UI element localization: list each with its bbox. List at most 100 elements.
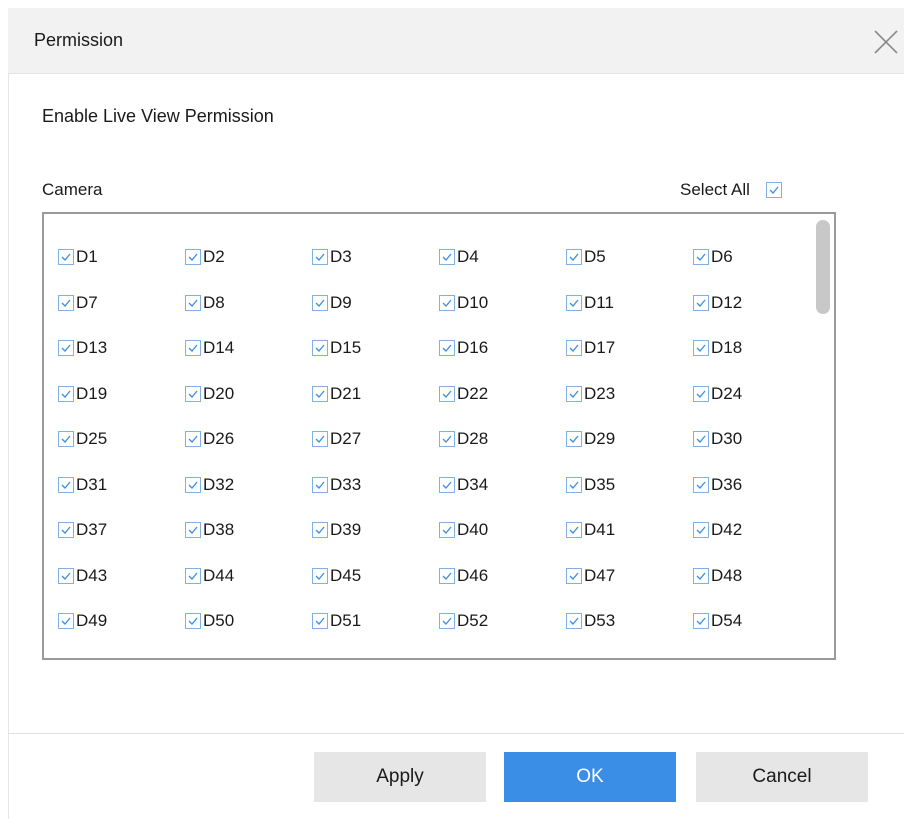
- camera-checkbox[interactable]: [185, 294, 201, 311]
- camera-checkbox[interactable]: [439, 294, 455, 311]
- camera-checkbox[interactable]: [312, 476, 328, 493]
- camera-item[interactable]: D11: [566, 292, 693, 314]
- camera-item[interactable]: D15: [312, 337, 439, 359]
- close-button[interactable]: [872, 28, 900, 56]
- camera-list[interactable]: D1 D2 D3 D4 D5 D6 D7 D8 D9 D10 D11 D12 D13 D14 D15 D16 D…: [42, 212, 836, 660]
- camera-checkbox[interactable]: [312, 294, 328, 311]
- camera-checkbox[interactable]: [312, 567, 328, 584]
- camera-item[interactable]: D53: [566, 610, 693, 632]
- camera-checkbox[interactable]: [439, 567, 455, 584]
- camera-item[interactable]: D12: [693, 292, 820, 314]
- camera-checkbox[interactable]: [439, 249, 455, 265]
- camera-checkbox[interactable]: [185, 476, 201, 493]
- camera-checkbox[interactable]: [312, 340, 328, 356]
- camera-checkbox[interactable]: [693, 613, 709, 629]
- camera-checkbox[interactable]: [693, 476, 709, 493]
- camera-checkbox[interactable]: [693, 522, 709, 538]
- camera-item[interactable]: D3: [312, 246, 439, 268]
- camera-item[interactable]: D20: [185, 383, 312, 405]
- camera-item[interactable]: D43: [58, 565, 185, 587]
- camera-checkbox[interactable]: [58, 476, 74, 493]
- camera-checkbox[interactable]: [58, 567, 74, 584]
- camera-item[interactable]: D22: [439, 383, 566, 405]
- camera-checkbox[interactable]: [566, 249, 582, 265]
- camera-checkbox[interactable]: [185, 340, 201, 356]
- camera-item[interactable]: D35: [566, 474, 693, 496]
- camera-item[interactable]: D32: [185, 474, 312, 496]
- camera-item[interactable]: D19: [58, 383, 185, 405]
- camera-item[interactable]: D52: [439, 610, 566, 632]
- camera-item[interactable]: D18: [693, 337, 820, 359]
- camera-item[interactable]: D31: [58, 474, 185, 496]
- camera-checkbox[interactable]: [439, 613, 455, 629]
- camera-item[interactable]: D30: [693, 428, 820, 450]
- camera-checkbox[interactable]: [58, 340, 74, 356]
- select-all-checkbox[interactable]: [765, 182, 782, 198]
- camera-checkbox[interactable]: [185, 613, 201, 629]
- select-all-toggle[interactable]: Select All: [680, 178, 782, 202]
- camera-checkbox[interactable]: [58, 522, 74, 538]
- camera-item[interactable]: D21: [312, 383, 439, 405]
- camera-item[interactable]: D17: [566, 337, 693, 359]
- camera-checkbox[interactable]: [58, 294, 74, 311]
- camera-checkbox[interactable]: [312, 249, 328, 265]
- camera-checkbox[interactable]: [312, 431, 328, 447]
- camera-item[interactable]: D2: [185, 246, 312, 268]
- camera-item[interactable]: D41: [566, 519, 693, 541]
- camera-checkbox[interactable]: [58, 431, 74, 447]
- camera-checkbox[interactable]: [439, 476, 455, 493]
- camera-checkbox[interactable]: [693, 385, 709, 402]
- camera-item[interactable]: D49: [58, 610, 185, 632]
- camera-item[interactable]: D44: [185, 565, 312, 587]
- camera-checkbox[interactable]: [185, 385, 201, 402]
- scrollbar-thumb[interactable]: [816, 220, 830, 314]
- camera-item[interactable]: D47: [566, 565, 693, 587]
- camera-checkbox[interactable]: [693, 340, 709, 356]
- camera-checkbox[interactable]: [693, 249, 709, 265]
- camera-item[interactable]: D54: [693, 610, 820, 632]
- camera-checkbox[interactable]: [566, 340, 582, 356]
- camera-checkbox[interactable]: [566, 294, 582, 311]
- apply-button[interactable]: Apply: [314, 752, 486, 802]
- camera-checkbox[interactable]: [439, 340, 455, 356]
- camera-item[interactable]: D25: [58, 428, 185, 450]
- camera-checkbox[interactable]: [566, 431, 582, 447]
- camera-checkbox[interactable]: [693, 431, 709, 447]
- camera-item[interactable]: D50: [185, 610, 312, 632]
- camera-checkbox[interactable]: [312, 522, 328, 538]
- camera-item[interactable]: D36: [693, 474, 820, 496]
- cancel-button[interactable]: Cancel: [696, 752, 868, 802]
- camera-item[interactable]: D16: [439, 337, 566, 359]
- camera-checkbox[interactable]: [693, 567, 709, 584]
- camera-item[interactable]: D4: [439, 246, 566, 268]
- camera-item[interactable]: D33: [312, 474, 439, 496]
- camera-item[interactable]: D26: [185, 428, 312, 450]
- camera-item[interactable]: D7: [58, 292, 185, 314]
- camera-item[interactable]: D9: [312, 292, 439, 314]
- camera-item[interactable]: D39: [312, 519, 439, 541]
- camera-item[interactable]: D13: [58, 337, 185, 359]
- camera-item[interactable]: D38: [185, 519, 312, 541]
- camera-checkbox[interactable]: [185, 431, 201, 447]
- camera-item[interactable]: D48: [693, 565, 820, 587]
- camera-checkbox[interactable]: [566, 567, 582, 584]
- camera-checkbox[interactable]: [185, 522, 201, 538]
- camera-checkbox[interactable]: [185, 249, 201, 265]
- camera-checkbox[interactable]: [566, 385, 582, 402]
- camera-item[interactable]: D37: [58, 519, 185, 541]
- camera-item[interactable]: D6: [693, 246, 820, 268]
- camera-item[interactable]: D27: [312, 428, 439, 450]
- camera-item[interactable]: D46: [439, 565, 566, 587]
- camera-item[interactable]: D51: [312, 610, 439, 632]
- camera-checkbox[interactable]: [185, 567, 201, 584]
- camera-item[interactable]: D24: [693, 383, 820, 405]
- camera-item[interactable]: D34: [439, 474, 566, 496]
- ok-button[interactable]: OK: [504, 752, 676, 802]
- camera-item[interactable]: D1: [58, 246, 185, 268]
- camera-checkbox[interactable]: [566, 476, 582, 493]
- scrollbar[interactable]: [812, 216, 832, 656]
- camera-checkbox[interactable]: [439, 431, 455, 447]
- camera-checkbox[interactable]: [566, 522, 582, 538]
- camera-item[interactable]: D23: [566, 383, 693, 405]
- camera-checkbox[interactable]: [58, 249, 74, 265]
